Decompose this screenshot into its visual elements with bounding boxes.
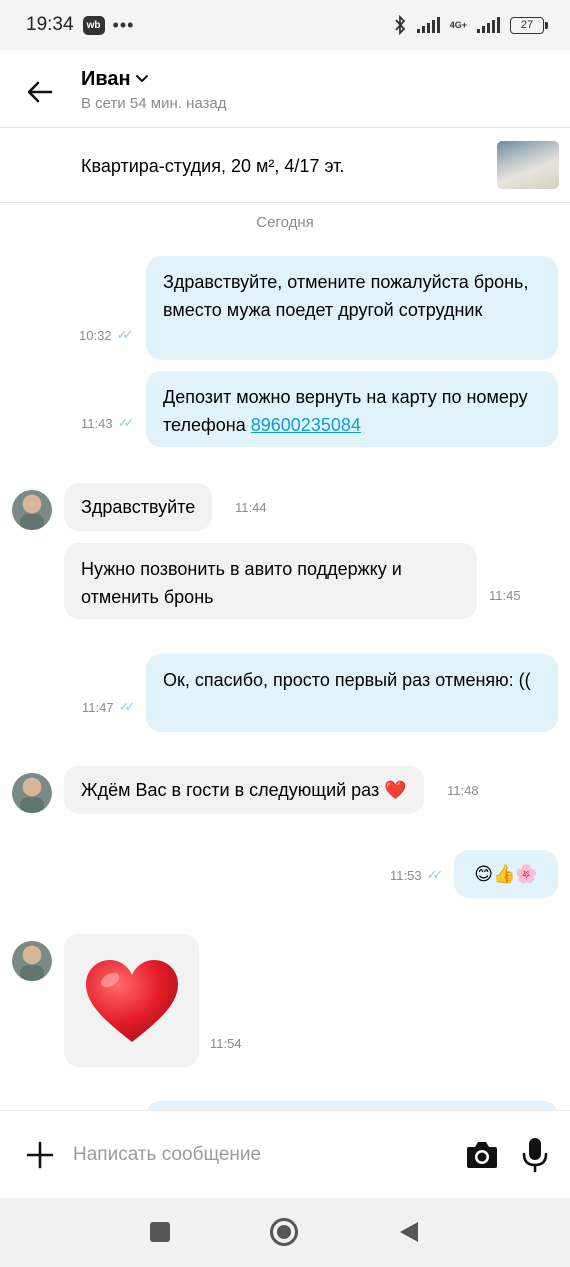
message-time: 10:32	[79, 327, 112, 343]
chevron-down-icon[interactable]	[135, 71, 149, 85]
read-ticks-icon: ✓✓	[426, 867, 444, 882]
message-meta: 11:45	[489, 588, 521, 603]
message-text: 😊👍🌸	[474, 864, 538, 884]
outgoing-message[interactable]: Здравствуйте, отмените пожалуйста бронь,…	[146, 256, 558, 360]
message-time: 11:53	[390, 867, 422, 883]
last-seen-status: В сети 54 мин. назад	[81, 95, 227, 112]
microphone-icon[interactable]	[522, 1137, 548, 1173]
message-text: Нужно позвонить в авито поддержку и отме…	[81, 559, 402, 607]
message-text: Здравствуйте, отмените пожалуйста бронь,…	[163, 272, 529, 320]
system-navigation-bar	[0, 1198, 570, 1267]
read-ticks-icon: ✓✓	[116, 327, 134, 342]
outgoing-message[interactable]: Ок, спасибо, просто первый раз отменяю: …	[146, 654, 558, 732]
avatar[interactable]	[12, 941, 52, 981]
heart-icon	[85, 959, 178, 1042]
message-time: 11:43	[81, 415, 113, 431]
message-text: Ждём Вас в гости в следующий раз ❤️	[81, 780, 407, 800]
avatar[interactable]	[12, 490, 52, 530]
read-ticks-icon: ✓✓	[118, 699, 136, 714]
message-meta: 11:48	[447, 783, 479, 798]
network-type: 4G+	[449, 19, 467, 30]
outgoing-message[interactable]	[146, 1101, 558, 1110]
message-meta: 11:47 ✓✓	[82, 699, 136, 715]
message-meta: 10:32 ✓✓	[79, 327, 134, 343]
contact-name[interactable]: Иван	[81, 68, 131, 91]
status-bar: 19:34 wb ••• 4G+ 27	[0, 0, 570, 50]
message-time: 11:48	[447, 783, 479, 798]
incoming-message[interactable]: Ждём Вас в гости в следующий раз ❤️	[64, 766, 424, 814]
message-time: 11:45	[489, 588, 521, 603]
message-text: Здравствуйте	[81, 497, 196, 517]
listing-thumbnail[interactable]	[497, 141, 559, 189]
recent-apps-icon[interactable]	[150, 1222, 170, 1242]
read-ticks-icon: ✓✓	[117, 415, 135, 430]
back-triangle-icon[interactable]	[398, 1220, 420, 1244]
message-meta: 11:54	[210, 1036, 242, 1051]
message-text: Ок, спасибо, просто первый раз отменяю: …	[163, 670, 531, 690]
message-time: 11:47	[82, 699, 114, 715]
listing-card[interactable]: Квартира-студия, 20 м², 4/17 эт.	[0, 128, 570, 203]
message-composer: Написать сообщение	[0, 1110, 570, 1198]
chat-header: Иван В сети 54 мин. назад	[0, 50, 570, 128]
arrow-left-icon[interactable]	[24, 76, 56, 108]
message-meta: 11:44	[235, 500, 267, 515]
outgoing-message[interactable]: 😊👍🌸	[454, 850, 558, 898]
heart-sticker[interactable]	[64, 934, 199, 1067]
date-separator: Сегодня	[256, 214, 314, 231]
message-input[interactable]: Написать сообщение	[73, 1144, 261, 1166]
phone-link[interactable]: 89600235084	[251, 415, 361, 435]
bluetooth-icon	[395, 15, 405, 35]
message-list[interactable]: Сегодня Здравствуйте, отмените пожалуйст…	[0, 203, 570, 1110]
plus-icon[interactable]	[24, 1139, 56, 1171]
signal-icon	[416, 17, 440, 33]
battery-indicator: 27	[510, 16, 548, 34]
home-icon[interactable]	[269, 1217, 299, 1247]
status-time: 19:34	[26, 14, 74, 35]
more-notifications-icon: •••	[112, 14, 135, 35]
message-time: 11:54	[210, 1036, 242, 1051]
signal-2-icon	[477, 17, 500, 33]
listing-title[interactable]: Квартира-студия, 20 м², 4/17 эт.	[81, 156, 344, 177]
avatar[interactable]	[12, 773, 52, 813]
message-meta: 11:43 ✓✓	[81, 415, 135, 431]
outgoing-message[interactable]: Депозит можно вернуть на карту по номеру…	[146, 371, 558, 447]
message-time: 11:44	[235, 500, 267, 515]
camera-icon[interactable]	[466, 1139, 498, 1169]
wb-app-badge: wb	[82, 15, 105, 35]
incoming-message[interactable]: Нужно позвонить в авито поддержку и отме…	[64, 543, 477, 619]
message-meta: 11:53 ✓✓	[390, 867, 444, 883]
incoming-message[interactable]: Здравствуйте	[64, 483, 213, 531]
